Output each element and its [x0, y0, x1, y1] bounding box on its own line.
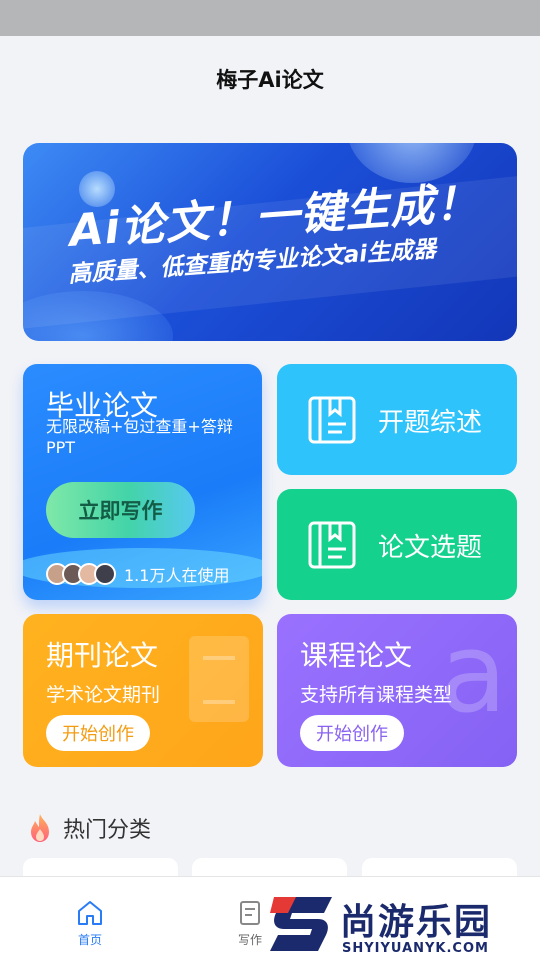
book-icon	[308, 521, 356, 569]
fire-icon	[31, 814, 49, 842]
page-title: 梅子Ai论文	[216, 68, 324, 92]
avatar	[94, 563, 116, 585]
graduation-thesis-card[interactable]: 毕业论文 无限改稿+包过查重+答辩PPT 立即写作 1.1万人在使用	[23, 364, 262, 600]
thesis-topic-card[interactable]: 论文选题	[277, 489, 517, 600]
opening-review-label: 开题综述	[378, 408, 483, 438]
document-icon	[189, 636, 249, 722]
write-icon	[240, 901, 260, 925]
course-card-desc: 支持所有课程类型	[300, 684, 453, 706]
course-card-title: 课程论文	[300, 639, 413, 672]
journal-card-desc: 学术论文期刊	[46, 684, 161, 706]
watermark: 尚游乐园 SHYIYUANYK.COM	[266, 893, 540, 960]
tab-home-label: 首页	[77, 933, 102, 947]
user-count-text: 1.1万人在使用	[124, 566, 230, 585]
promo-banner[interactable]: Ai论文！一键生成！ 高质量、低查重的专业论文ai生成器	[23, 143, 517, 341]
journal-card-title: 期刊论文	[46, 639, 159, 672]
write-now-button[interactable]: 立即写作	[46, 482, 195, 538]
book-icon	[308, 396, 356, 444]
graduation-card-desc: 无限改稿+包过查重+答辩PPT	[46, 417, 233, 457]
watermark-subtitle: SHYIYUANYK.COM	[342, 941, 489, 956]
course-paper-card[interactable]: a 课程论文 支持所有课程类型 开始创作	[277, 614, 517, 767]
start-creating-button[interactable]: 开始创作	[300, 715, 404, 751]
home-icon	[78, 901, 102, 925]
hot-categories-title: 热门分类	[63, 818, 152, 843]
opening-review-card[interactable]: 开题综述	[277, 364, 517, 475]
hot-categories-header: 热门分类	[27, 812, 151, 844]
user-count: 1.1万人在使用	[46, 562, 229, 586]
letter-a-icon: a	[439, 614, 507, 737]
status-bar	[0, 0, 540, 36]
watermark-logo	[270, 897, 332, 951]
start-creating-button[interactable]: 开始创作	[46, 715, 150, 751]
thesis-topic-label: 论文选题	[378, 533, 483, 563]
tab-home[interactable]: 首页	[60, 899, 120, 948]
journal-paper-card[interactable]: 期刊论文 学术论文期刊 开始创作	[23, 614, 263, 767]
watermark-title: 尚游乐园	[340, 902, 493, 943]
